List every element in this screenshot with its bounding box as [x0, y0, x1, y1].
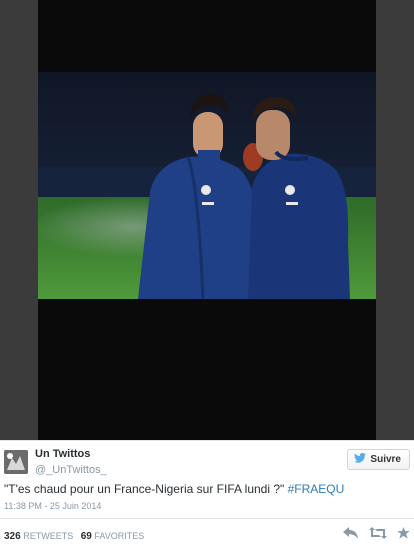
favorites-count[interactable]: 69 [81, 531, 92, 542]
media-right-margin [376, 0, 414, 440]
reply-icon[interactable] [343, 527, 359, 539]
favorites-label[interactable]: FAVORITES [94, 531, 144, 541]
tweet-stats: 326 RETWEETS 69 FAVORITES [4, 531, 144, 542]
tweet-card: Un Twittos @_UnTwittos_ Suivre "T'es cha… [0, 440, 414, 551]
author-name[interactable]: Un Twittos [35, 448, 90, 460]
tweet-body: "T'es chaud pour un France-Nigeria sur F… [4, 482, 285, 496]
tweet-actions [343, 527, 410, 539]
follow-button[interactable]: Suivre [347, 449, 410, 470]
divider [0, 518, 414, 519]
photo-illustration [38, 72, 376, 299]
avatar-image [4, 450, 28, 474]
retweets-label[interactable]: RETWEETS [23, 531, 73, 541]
favorite-icon[interactable] [397, 527, 410, 539]
author-handle[interactable]: @_UnTwittos_ [35, 464, 107, 476]
media-viewer [0, 0, 414, 440]
tweet-photo[interactable] [38, 72, 376, 299]
media-left-margin [0, 0, 38, 440]
retweet-icon[interactable] [369, 527, 387, 539]
hashtag-link[interactable]: #FRAEQU [288, 482, 345, 496]
twitter-bird-icon [354, 452, 367, 466]
tweet-timestamp[interactable]: 11:38 PM - 25 Juin 2014 [4, 501, 101, 511]
avatar[interactable] [4, 450, 28, 474]
follow-label: Suivre [370, 454, 401, 465]
tweet-text: "T'es chaud pour un France-Nigeria sur F… [4, 482, 344, 496]
retweets-count[interactable]: 326 [4, 531, 21, 542]
